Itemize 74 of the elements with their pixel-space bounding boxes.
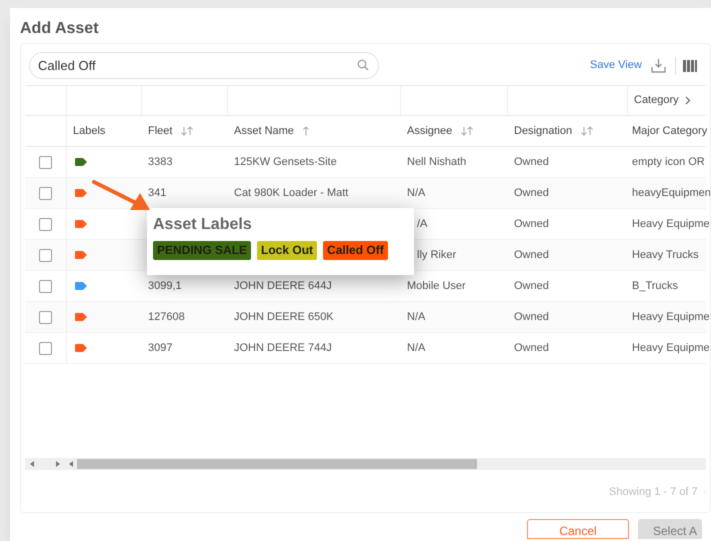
tag-icon[interactable] <box>75 282 87 290</box>
group-header: Category <box>634 93 679 108</box>
row-checkbox[interactable] <box>39 280 52 292</box>
sort-icon[interactable] <box>460 126 474 136</box>
row-checkbox[interactable] <box>39 342 52 354</box>
column-header[interactable]: Labels <box>73 122 106 140</box>
table-cell-text: Cat 980K Loader - Matt <box>234 186 348 201</box>
table-cell-text: 125KW Gensets-Site <box>234 154 337 170</box>
tag-icon[interactable] <box>75 158 87 166</box>
scroll-right-icon[interactable] <box>56 461 60 467</box>
table-cell-text: JOHN DEERE 650K <box>234 310 334 325</box>
table-cell-text: heavyEquipmen <box>632 186 710 201</box>
table-cell-text: /A <box>417 216 428 232</box>
table-cell-text: Owned <box>514 340 549 356</box>
tag-icon[interactable] <box>75 344 87 352</box>
column-header[interactable]: Fleet <box>148 122 172 140</box>
tag-icon[interactable] <box>75 189 87 197</box>
table-cell-text: N/A <box>407 310 426 325</box>
column-header[interactable]: Major Category <box>632 122 708 140</box>
table-cell-text: Owned <box>514 186 549 201</box>
sort-icon[interactable] <box>580 126 594 136</box>
row-checkbox[interactable] <box>39 218 52 230</box>
row-checkbox[interactable] <box>39 156 52 168</box>
table-cell-text: JOHN DEERE 644J <box>234 278 332 294</box>
search-field[interactable]: Called Off <box>29 52 379 79</box>
column-header[interactable]: Asset Name <box>234 122 294 140</box>
label-chip: PENDING SALE <box>153 241 252 260</box>
label-chip: Lock Out <box>257 241 318 260</box>
download-icon[interactable] <box>650 58 666 73</box>
tag-icon[interactable] <box>75 313 87 321</box>
table-cell-text: Mobile User <box>407 278 466 294</box>
table-cell-text: 127608 <box>148 310 185 325</box>
save-view-link[interactable]: Save View <box>590 57 642 74</box>
column-header[interactable]: Assignee <box>407 122 452 140</box>
table-cell-text: Owned <box>514 278 549 294</box>
table-cell-text: 3099,1 <box>148 278 182 294</box>
table-cell-text: Owned <box>514 310 549 325</box>
scroll-left-icon[interactable] <box>30 461 34 467</box>
table-cell-text: Heavy Equipme <box>632 216 710 232</box>
table-cell-text: Nell Nishath <box>407 154 466 170</box>
scrollbar-thumb[interactable] <box>77 459 477 469</box>
horizontal-scrollbar[interactable] <box>25 458 706 470</box>
table-cell-text: Heavy Equipme <box>632 310 710 325</box>
table-cell-text: Owned <box>514 248 549 263</box>
pointer-arrow <box>92 180 150 211</box>
row-checkbox[interactable] <box>39 248 52 262</box>
table-cell-text: Heavy Trucks <box>632 248 699 263</box>
columns-icon[interactable] <box>682 60 697 72</box>
chevron-right-icon[interactable] <box>684 96 691 105</box>
tag-icon[interactable] <box>75 220 87 228</box>
table-cell-text: Heavy Equipme <box>632 340 710 356</box>
popup-title: Asset Labels <box>153 216 253 234</box>
table-cell-text: 3383 <box>148 154 172 170</box>
table-cell-text: Owned <box>514 154 549 170</box>
table-cell-text: Owned <box>514 216 549 232</box>
table-cell-text: 341 <box>148 186 166 201</box>
table-cell-text: N/A <box>407 340 426 356</box>
row-checkbox[interactable] <box>39 310 52 324</box>
label-chip: Called Off <box>323 241 388 260</box>
sort-ascending-icon[interactable] <box>302 126 310 136</box>
row-checkbox[interactable] <box>39 186 52 200</box>
table-cell-text: lly Riker <box>417 248 456 263</box>
scroll-left-icon[interactable] <box>69 461 73 467</box>
column-header[interactable]: Designation <box>514 122 572 140</box>
table-cell-text: JOHN DEERE 744J <box>234 340 332 356</box>
pagination-summary: Showing 1 - 7 of 7 <box>609 484 698 500</box>
search-icon <box>357 59 369 71</box>
dialog-title: Add Asset <box>20 20 99 37</box>
sort-icon[interactable] <box>180 126 194 136</box>
table-cell-text: empty icon OR <box>632 154 705 170</box>
table-cell-text: B_Trucks <box>632 278 678 294</box>
table-cell-text: 3097 <box>148 340 172 356</box>
table-cell-text: N/A <box>407 186 426 201</box>
tag-icon[interactable] <box>75 251 87 259</box>
